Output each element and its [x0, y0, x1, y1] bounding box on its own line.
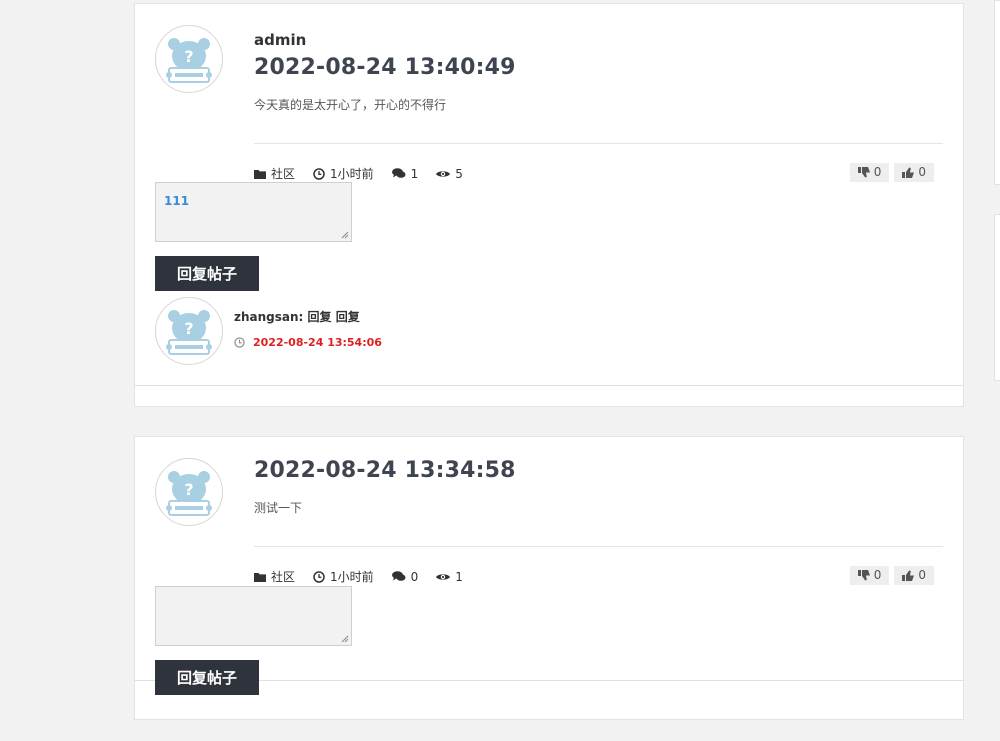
post-meta: 社区 1小时前 1 5 — [254, 165, 481, 182]
view-count-value: 5 — [455, 166, 463, 181]
svg-text:?: ? — [184, 319, 193, 338]
folder-icon — [254, 169, 266, 179]
reply-textarea[interactable]: 111 — [155, 182, 352, 242]
reply-textarea[interactable] — [155, 586, 352, 646]
avatar-placeholder-icon: ? — [161, 464, 217, 520]
eye-icon — [436, 572, 451, 582]
thumbs-up-icon — [902, 570, 915, 581]
dislike-button[interactable]: 0 — [849, 163, 890, 182]
avatar-placeholder-icon: ? — [161, 31, 217, 87]
resize-grip-icon[interactable] — [341, 231, 349, 239]
comment-count: 1 — [391, 166, 419, 181]
time-label: 1小时前 — [330, 167, 374, 181]
category[interactable]: 社区 — [254, 165, 295, 182]
time-label: 1小时前 — [330, 570, 374, 584]
svg-text:?: ? — [184, 480, 193, 499]
category-label: 社区 — [271, 570, 296, 584]
thumbs-up-icon — [902, 167, 915, 178]
like-button[interactable]: 0 — [894, 163, 934, 182]
post-time: 1小时前 — [313, 568, 374, 585]
like-count: 0 — [918, 568, 926, 582]
vote-buttons: 0 0 — [845, 163, 934, 182]
post-card: ? admin 2022-08-24 13:40:49 今天真的是太开心了，开心… — [134, 3, 964, 407]
post-card: ? 2022-08-24 13:34:58 测试一下 社区 1小时前 0 1 0… — [134, 436, 964, 720]
clock-icon — [234, 337, 245, 348]
reply-textarea-value: 111 — [164, 194, 190, 208]
resize-grip-icon[interactable] — [341, 635, 349, 643]
view-count: 5 — [436, 167, 463, 181]
svg-text:?: ? — [184, 47, 193, 66]
category[interactable]: 社区 — [254, 568, 295, 585]
comment-time: 2022-08-24 13:54:06 — [234, 336, 382, 349]
comments-icon — [391, 168, 406, 179]
comment-time-value: 2022-08-24 13:54:06 — [253, 336, 382, 349]
comments-icon — [391, 571, 406, 582]
thumbs-down-icon — [857, 167, 870, 178]
post-meta: 社区 1小时前 0 1 — [254, 568, 481, 585]
post-title[interactable]: 2022-08-24 13:40:49 — [254, 55, 516, 80]
view-count: 1 — [436, 570, 463, 584]
dislike-count: 0 — [873, 568, 882, 582]
thumbs-down-icon — [857, 570, 870, 581]
post-title[interactable]: 2022-08-24 13:34:58 — [254, 458, 516, 483]
reply-post-button[interactable]: 回复帖子 — [155, 256, 259, 291]
divider — [135, 385, 963, 386]
clock-icon — [313, 167, 325, 180]
post-content: 今天真的是太开心了，开心的不得行 — [254, 98, 447, 112]
comment-count: 0 — [391, 569, 419, 584]
sidebar-panel — [994, 0, 1000, 185]
sidebar-panel — [994, 214, 1000, 381]
view-count-value: 1 — [455, 569, 463, 584]
dislike-button[interactable]: 0 — [849, 566, 890, 585]
folder-icon — [254, 572, 266, 582]
clock-icon — [313, 570, 325, 583]
comment-author: zhangsan: 回复 回复 — [234, 310, 360, 324]
like-button[interactable]: 0 — [894, 566, 934, 585]
vote-buttons: 0 0 — [845, 566, 934, 585]
eye-icon — [436, 169, 451, 179]
dislike-count: 0 — [873, 165, 882, 179]
divider — [254, 143, 943, 144]
comment-count-value: 1 — [410, 166, 419, 181]
post-time: 1小时前 — [313, 165, 374, 182]
avatar[interactable]: ? — [155, 25, 223, 93]
post-author[interactable]: admin — [254, 31, 306, 49]
avatar-placeholder-icon: ? — [161, 303, 217, 359]
category-label: 社区 — [271, 167, 296, 181]
comment-avatar[interactable]: ? — [155, 297, 223, 365]
divider — [135, 680, 963, 681]
avatar[interactable]: ? — [155, 458, 223, 526]
like-count: 0 — [918, 165, 926, 179]
post-content: 测试一下 — [254, 501, 303, 515]
comment-count-value: 0 — [410, 569, 419, 584]
divider — [254, 546, 943, 547]
reply-post-button[interactable]: 回复帖子 — [155, 660, 259, 695]
